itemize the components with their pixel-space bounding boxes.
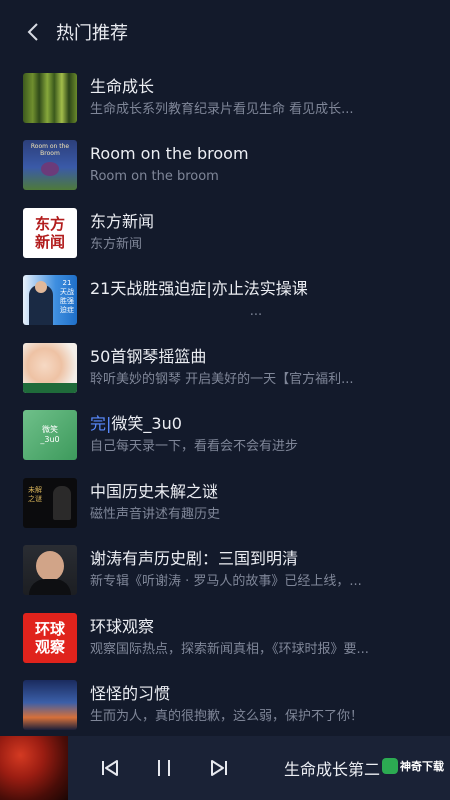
item-title: 中国历史未解之谜 — [90, 481, 219, 501]
list-item[interactable]: Room on the Broom Room on the broom Room… — [0, 132, 450, 200]
item-subtitle: 生而为人，真的很抱歉，这么弱，保护不了你！ — [90, 709, 364, 725]
list-item[interactable]: 50首钢琴摇篮曲 聆听美妙的钢琴 开启美好的一天【官方福利... — [0, 334, 450, 402]
list-item[interactable]: 环球观察 环球观察 观察国际热点，探索新闻真相，《环球时报》要... — [0, 604, 450, 672]
skip-previous-icon — [102, 760, 118, 776]
next-button[interactable] — [205, 754, 233, 782]
cover-text: 未解之谜 — [28, 485, 42, 503]
chevron-left-icon — [27, 23, 38, 41]
back-button[interactable] — [20, 18, 48, 46]
item-subtitle: 观察国际热点，探索新闻真相，《环球时报》要... — [90, 641, 369, 657]
mini-player: 生命成长第二 神奇下载 — [0, 736, 450, 800]
cover-image: 环球观察 — [23, 612, 77, 663]
item-subtitle: Room on the broom — [90, 169, 219, 185]
item-subtitle: 磁性声音讲述有趣历史 — [90, 506, 221, 522]
list-item[interactable]: 未解之谜 中国历史未解之谜 磁性声音讲述有趣历史 — [0, 469, 450, 537]
now-playing-title[interactable]: 生命成长第二 — [284, 756, 396, 780]
cover-image — [23, 680, 77, 731]
list-item[interactable]: 微笑_3u0 完|微笑_3u0 自己每天录一下，看看会不会有进步 — [0, 402, 450, 470]
list-item[interactable]: 生命成长 生命成长系列教育纪录片看见生命 看见成长... — [0, 64, 450, 132]
item-title: 怪怪的习惯 — [90, 684, 171, 704]
item-title-text: 微笑_3u0 — [111, 414, 182, 434]
item-title: 完|微笑_3u0 — [90, 413, 422, 435]
skip-next-icon — [211, 760, 227, 776]
item-title: Room on the broom — [90, 144, 249, 164]
now-playing-cover[interactable] — [0, 736, 68, 800]
item-subtitle: 生命成长系列教育纪录片看见生命 看见成长... — [90, 101, 354, 117]
list-item[interactable]: 谢涛有声历史剧：三国到明清 新专辑《听谢涛 · 罗马人的故事》已经上线，... — [0, 537, 450, 605]
item-subtitle: ... — [249, 304, 263, 320]
page-title: 热门推荐 — [56, 23, 128, 44]
cover-text: 东方新闻 — [34, 214, 65, 251]
item-subtitle: 聆听美妙的钢琴 开启美好的一天【官方福利... — [90, 371, 354, 387]
item-title: 21天战胜强迫症|亦止法实操课 — [90, 279, 308, 299]
item-title: 谢涛有声历史剧：三国到明清 — [90, 549, 299, 569]
list-item[interactable]: 东方新闻 东方新闻 东方新闻 — [0, 199, 450, 267]
cover-text: Room on the Broom — [30, 143, 70, 158]
cover-image: Room on the Broom — [23, 140, 77, 191]
cover-image — [23, 72, 77, 123]
cover-image: 微笑_3u0 — [23, 410, 77, 461]
cover-text: 微笑_3u0 — [40, 425, 60, 445]
item-title: 生命成长 — [90, 76, 155, 96]
cover-image — [23, 342, 77, 393]
cover-image: 未解之谜 — [23, 477, 77, 528]
header: 热门推荐 — [0, 0, 450, 64]
item-subtitle: 新专辑《听谢涛 · 罗马人的故事》已经上线，... — [90, 574, 362, 590]
item-title: 50首钢琴摇篮曲 — [90, 346, 207, 366]
pause-button[interactable] — [150, 754, 178, 782]
cover-text: 环球观察 — [34, 619, 65, 656]
list-item[interactable]: 21天战胜强迫症 21天战胜强迫症|亦止法实操课 ... — [0, 267, 450, 335]
recommend-list: 生命成长 生命成长系列教育纪录片看见生命 看见成长... Room on the… — [0, 64, 450, 739]
list-item[interactable]: 怪怪的习惯 生而为人，真的很抱歉，这么弱，保护不了你！ — [0, 672, 450, 740]
watermark-text: 神奇下载 — [400, 760, 444, 773]
previous-button[interactable] — [96, 754, 124, 782]
watermark-logo: 神奇下载 — [382, 758, 444, 774]
cover-image: 21天战胜强迫症 — [23, 275, 77, 326]
cover-text: 21天战胜强迫症 — [60, 279, 74, 315]
cover-image — [23, 545, 77, 596]
cover-image: 东方新闻 — [23, 207, 77, 258]
pause-icon — [158, 760, 170, 776]
finished-tag: 完| — [90, 414, 112, 434]
item-title: 环球观察 — [90, 616, 155, 636]
item-subtitle: 东方新闻 — [90, 236, 143, 252]
item-title: 东方新闻 — [90, 211, 155, 231]
watermark-icon — [382, 758, 398, 774]
item-subtitle: 自己每天录一下，看看会不会有进步 — [90, 439, 299, 455]
